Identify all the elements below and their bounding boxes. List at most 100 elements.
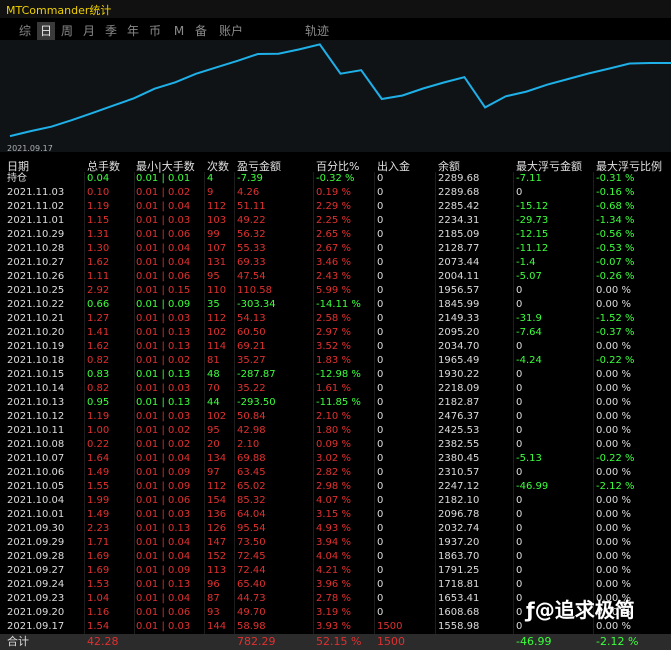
column-divider <box>234 354 235 368</box>
column-divider <box>374 172 375 186</box>
table-row[interactable]: 2021.10.08 0.22 0.01 | 0.02 20 2.10 0.09 % 0 23… <box>0 438 671 452</box>
column-divider <box>313 466 314 480</box>
balance-line <box>9 43 671 138</box>
table-row[interactable]: 2021.10.19 1.62 0.01 | 0.13 114 69.21 3.52 % 0… <box>0 340 671 354</box>
cell-ddpct: 0.00 % <box>596 551 631 562</box>
table-row[interactable]: 2021.11.01 1.15 0.01 | 0.03 103 49.22 2.25 % 0… <box>0 214 671 228</box>
cell-pnl: 63.45 <box>237 467 266 478</box>
table-row[interactable]: 2021.10.07 1.64 0.01 | 0.04 134 69.88 3.02 % 0… <box>0 452 671 466</box>
column-divider <box>593 410 594 424</box>
tab-8[interactable]: 备 <box>192 22 210 40</box>
tab-5[interactable]: 年 <box>124 22 142 40</box>
cell-pnl: 35.22 <box>237 383 266 394</box>
tab-7[interactable]: M <box>170 22 188 40</box>
table-row[interactable]: 2021.10.14 0.82 0.01 | 0.03 70 35.22 1.61 % 0 2… <box>0 382 671 396</box>
column-divider <box>513 312 514 326</box>
table-row[interactable]: 2021.10.18 0.82 0.01 | 0.02 81 35.27 1.83 % 0 1… <box>0 354 671 368</box>
tab-0[interactable]: 综 <box>16 22 34 40</box>
table-row[interactable]: 2021.10.25 2.92 0.01 | 0.15 110 110.58 5.99 %… <box>0 284 671 298</box>
table-row[interactable]: 2021.10.29 1.31 0.01 | 0.06 99 56.32 2.65 % 0 2… <box>0 228 671 242</box>
cell-ddamt: 0 <box>516 579 523 590</box>
cell-minmax: 0.01 | 0.09 <box>136 467 191 478</box>
column-divider <box>513 410 514 424</box>
table-row[interactable]: 2021.11.02 1.19 0.01 | 0.04 112 51.11 2.29 % 0… <box>0 200 671 214</box>
cell-io: 0 <box>377 327 384 338</box>
tab-3[interactable]: 月 <box>80 22 98 40</box>
table-row[interactable]: 2021.10.04 1.99 0.01 | 0.06 154 85.32 4.07 % 0… <box>0 494 671 508</box>
column-divider <box>234 312 235 326</box>
cell-pct: 2.78 % <box>316 593 351 604</box>
cell-lots: 1.62 <box>87 341 110 352</box>
cell-minmax: 0.01 | 0.04 <box>136 551 191 562</box>
column-divider <box>513 550 514 564</box>
cell-pnl: -7.39 <box>237 173 263 184</box>
column-divider <box>84 550 85 564</box>
column-divider <box>435 172 436 186</box>
cell-count: 95 <box>207 425 220 436</box>
column-divider <box>374 480 375 494</box>
table-row[interactable]: 2021.10.22 0.66 0.01 | 0.09 35 -303.34 -14.11… <box>0 298 671 312</box>
cell-pnl: 95.54 <box>237 523 266 534</box>
table-row[interactable]: 2021.11.03 0.10 0.01 | 0.02 9 4.26 0.19 % 0 228… <box>0 186 671 200</box>
cell-minmax: 0.01 | 0.04 <box>136 201 191 212</box>
table-row[interactable]: 2021.10.26 1.11 0.01 | 0.06 95 47.54 2.43 % 0 2… <box>0 270 671 284</box>
column-divider <box>204 480 205 494</box>
column-divider <box>374 494 375 508</box>
column-divider <box>204 438 205 452</box>
table-row[interactable]: 2021.09.28 1.69 0.01 | 0.04 152 72.45 4.04 % 0… <box>0 550 671 564</box>
column-divider <box>435 578 436 592</box>
cell-pct: 0.09 % <box>316 439 351 450</box>
column-divider <box>593 480 594 494</box>
column-divider <box>513 200 514 214</box>
tab-2[interactable]: 周 <box>58 22 76 40</box>
column-divider <box>593 256 594 270</box>
table-row[interactable]: 2021.09.29 1.71 0.01 | 0.04 147 73.50 3.94 % 0… <box>0 536 671 550</box>
table-row[interactable]: 2021.10.21 1.27 0.01 | 0.03 112 54.13 2.58 % 0… <box>0 312 671 326</box>
column-divider <box>374 284 375 298</box>
column-divider <box>234 550 235 564</box>
tab-6[interactable]: 币 <box>146 22 164 40</box>
column-divider <box>513 186 514 200</box>
tab-4[interactable]: 季 <box>102 22 120 40</box>
column-divider <box>593 452 594 466</box>
cell-pnl: 4.26 <box>237 187 260 198</box>
tab-1[interactable]: 日 <box>37 22 55 40</box>
table-row[interactable]: 2021.10.06 1.49 0.01 | 0.09 97 63.45 2.82 % 0 2… <box>0 466 671 480</box>
cell-ddamt: 0 <box>516 299 523 310</box>
cell-minmax: 0.01 | 0.03 <box>136 383 191 394</box>
cell-pnl: 54.13 <box>237 313 266 324</box>
table-row[interactable]: 2021.09.27 1.69 0.01 | 0.09 113 72.44 4.21 % 0… <box>0 564 671 578</box>
cell-pnl: 50.84 <box>237 411 266 422</box>
column-divider <box>313 312 314 326</box>
column-divider <box>593 508 594 522</box>
column-divider <box>374 466 375 480</box>
table-row[interactable]: 2021.10.05 1.55 0.01 | 0.09 112 65.02 2.98 % 0… <box>0 480 671 494</box>
cell-date: 2021.09.29 <box>7 537 65 548</box>
table-row[interactable]: 2021.10.12 1.19 0.01 | 0.03 102 50.84 2.10 % 0… <box>0 410 671 424</box>
table-row[interactable]: 2021.10.27 1.62 0.01 | 0.04 131 69.33 3.46 % 0… <box>0 256 671 270</box>
cell-ddpct: -0.07 % <box>596 257 635 268</box>
cell-minmax: 0.01 | 0.01 <box>136 173 191 184</box>
cell-io: 0 <box>377 383 384 394</box>
cell-ddpct: 0.00 % <box>596 439 631 450</box>
table-row[interactable]: 2021.10.15 0.83 0.01 | 0.13 48 -287.87 -12.98… <box>0 368 671 382</box>
column-divider <box>204 494 205 508</box>
cell-lots: 1.54 <box>87 621 110 632</box>
table-row[interactable]: 2021.09.24 1.53 0.01 | 0.13 96 65.40 3.96 % 0 1… <box>0 578 671 592</box>
cell-lots: 0.95 <box>87 397 110 408</box>
table-row[interactable]: 2021.10.28 1.30 0.01 | 0.04 107 55.33 2.67 % 0… <box>0 242 671 256</box>
table-row[interactable]: 2021.10.11 1.00 0.01 | 0.02 95 42.98 1.80 % 0 2… <box>0 424 671 438</box>
table-row[interactable]: 2021.10.13 0.95 0.01 | 0.13 44 -293.50 -11.85… <box>0 396 671 410</box>
column-divider <box>593 340 594 354</box>
table-row[interactable]: 2021.10.01 1.49 0.01 | 0.03 136 64.04 3.15 % 0… <box>0 508 671 522</box>
tab-9[interactable]: 账户 <box>216 22 246 40</box>
table-row[interactable]: 2021.09.30 2.23 0.01 | 0.13 126 95.54 4.93 % 0… <box>0 522 671 536</box>
table-row[interactable]: 持仓 0.04 0.01 | 0.01 4 -7.39 -0.32 % 0 2289.68 -7… <box>0 172 671 186</box>
column-divider <box>593 172 594 186</box>
column-divider <box>313 172 314 186</box>
tab-10[interactable]: 轨迹 <box>302 22 332 40</box>
total-io: 1500 <box>377 635 405 648</box>
cell-date: 2021.10.18 <box>7 355 65 366</box>
cell-ddamt: 0 <box>516 509 523 520</box>
table-row[interactable]: 2021.10.20 1.41 0.01 | 0.13 102 60.50 2.97 % 0… <box>0 326 671 340</box>
